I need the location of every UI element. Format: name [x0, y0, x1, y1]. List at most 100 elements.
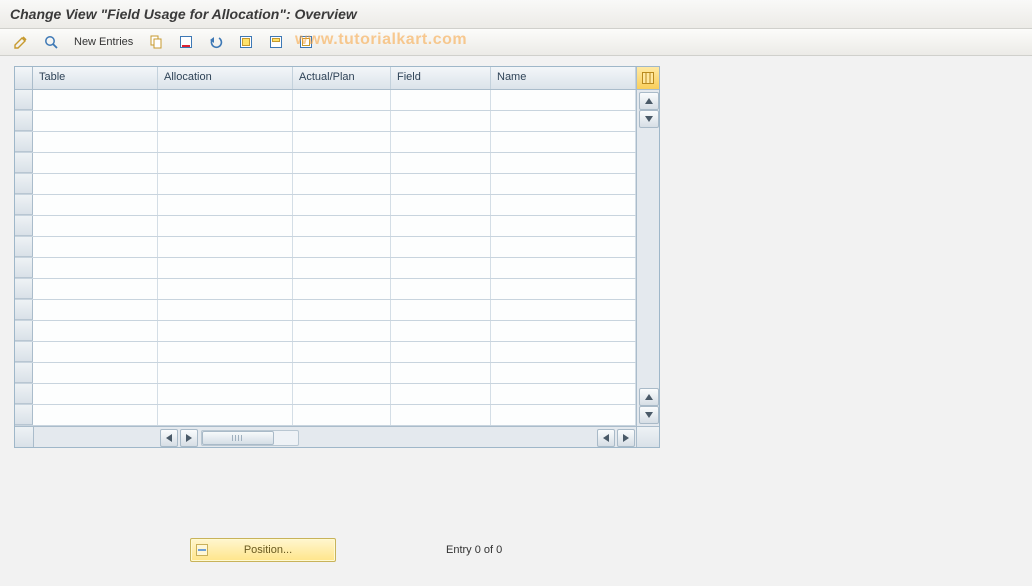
cell[interactable] [158, 90, 293, 110]
cell[interactable] [293, 195, 391, 215]
cell[interactable] [33, 90, 158, 110]
cell[interactable] [33, 111, 158, 131]
cell[interactable] [391, 258, 491, 278]
scroll-down-button-2[interactable] [639, 406, 659, 424]
cell[interactable] [33, 258, 158, 278]
cell[interactable] [391, 342, 491, 362]
row-selector[interactable] [15, 258, 33, 278]
cell[interactable] [33, 195, 158, 215]
delete-icon[interactable] [173, 32, 199, 52]
cell[interactable] [33, 279, 158, 299]
position-button[interactable]: Position... [190, 538, 336, 562]
copy-as-icon[interactable] [143, 32, 169, 52]
column-header-actual-plan[interactable]: Actual/Plan [293, 67, 391, 89]
cell[interactable] [391, 132, 491, 152]
cell[interactable] [293, 363, 391, 383]
cell[interactable] [491, 258, 636, 278]
deselect-all-icon[interactable] [293, 32, 319, 52]
row-selector[interactable] [15, 111, 33, 131]
cell[interactable] [491, 153, 636, 173]
cell[interactable] [491, 363, 636, 383]
configure-columns-icon[interactable] [636, 67, 659, 89]
cell[interactable] [491, 195, 636, 215]
row-selector[interactable] [15, 363, 33, 383]
toggle-display-change-icon[interactable] [8, 32, 34, 52]
cell[interactable] [293, 384, 391, 404]
undo-change-icon[interactable] [203, 32, 229, 52]
scroll-up-button[interactable] [639, 92, 659, 110]
cell[interactable] [391, 363, 491, 383]
cell[interactable] [33, 174, 158, 194]
other-view-icon[interactable] [38, 32, 64, 52]
cell[interactable] [158, 384, 293, 404]
cell[interactable] [293, 174, 391, 194]
cell[interactable] [491, 279, 636, 299]
cell[interactable] [391, 111, 491, 131]
cell[interactable] [158, 111, 293, 131]
row-selector[interactable] [15, 405, 33, 425]
column-header-allocation[interactable]: Allocation [158, 67, 293, 89]
cell[interactable] [391, 153, 491, 173]
cell[interactable] [491, 405, 636, 425]
select-block-icon[interactable] [263, 32, 289, 52]
hscroll-track[interactable] [201, 430, 299, 446]
cell[interactable] [293, 90, 391, 110]
cell[interactable] [391, 279, 491, 299]
row-selector-header[interactable] [15, 67, 33, 89]
cell[interactable] [33, 342, 158, 362]
horizontal-scrollbar[interactable] [15, 426, 659, 447]
cell[interactable] [491, 216, 636, 236]
cell[interactable] [33, 237, 158, 257]
row-selector[interactable] [15, 300, 33, 320]
cell[interactable] [391, 237, 491, 257]
cell[interactable] [293, 405, 391, 425]
cell[interactable] [158, 342, 293, 362]
cell[interactable] [293, 300, 391, 320]
cell[interactable] [491, 300, 636, 320]
cell[interactable] [293, 258, 391, 278]
cell[interactable] [391, 195, 491, 215]
hscroll-thumb[interactable] [202, 431, 274, 445]
cell[interactable] [33, 216, 158, 236]
row-selector[interactable] [15, 90, 33, 110]
new-entries-button[interactable]: New Entries [68, 32, 139, 52]
column-header-name[interactable]: Name [491, 67, 636, 89]
cell[interactable] [33, 384, 158, 404]
row-selector[interactable] [15, 132, 33, 152]
cell[interactable] [33, 300, 158, 320]
select-all-icon[interactable] [233, 32, 259, 52]
cell[interactable] [158, 279, 293, 299]
cell[interactable] [158, 300, 293, 320]
cell[interactable] [293, 321, 391, 341]
cell[interactable] [293, 153, 391, 173]
cell[interactable] [33, 405, 158, 425]
cell[interactable] [158, 132, 293, 152]
cell[interactable] [158, 258, 293, 278]
cell[interactable] [491, 174, 636, 194]
row-selector[interactable] [15, 174, 33, 194]
hscroll-left-button[interactable] [160, 429, 178, 447]
scroll-down-button[interactable] [639, 110, 659, 128]
column-header-field[interactable]: Field [391, 67, 491, 89]
column-header-table[interactable]: Table [33, 67, 158, 89]
cell[interactable] [391, 174, 491, 194]
row-selector[interactable] [15, 342, 33, 362]
cell[interactable] [293, 279, 391, 299]
cell[interactable] [158, 363, 293, 383]
row-selector[interactable] [15, 237, 33, 257]
cell[interactable] [293, 111, 391, 131]
cell[interactable] [491, 342, 636, 362]
cell[interactable] [391, 321, 491, 341]
vertical-scrollbar[interactable] [636, 90, 659, 426]
cell[interactable] [491, 237, 636, 257]
hscroll-right-button-2[interactable] [617, 429, 635, 447]
cell[interactable] [158, 216, 293, 236]
row-selector[interactable] [15, 195, 33, 215]
cell[interactable] [293, 237, 391, 257]
cell[interactable] [491, 132, 636, 152]
cell[interactable] [491, 111, 636, 131]
cell[interactable] [158, 405, 293, 425]
cell[interactable] [491, 321, 636, 341]
cell[interactable] [158, 174, 293, 194]
hscroll-left-button-2[interactable] [597, 429, 615, 447]
